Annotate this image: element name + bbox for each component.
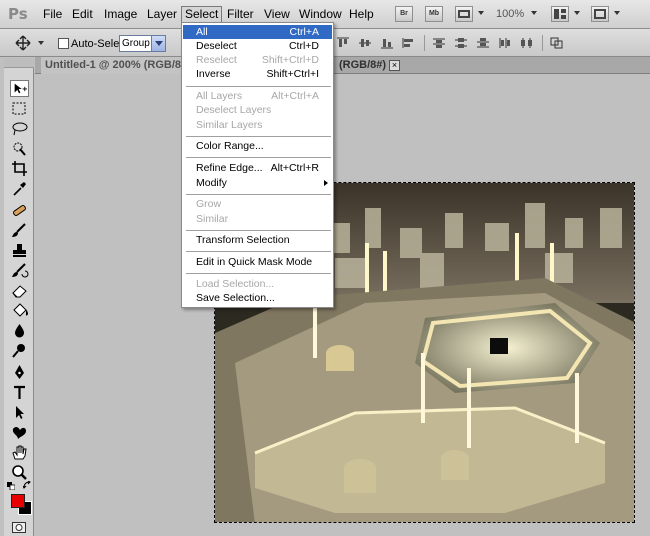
arrange-dropdown-icon[interactable] xyxy=(574,11,580,15)
film-icon xyxy=(458,10,470,18)
submenu-arrow-icon xyxy=(324,180,328,186)
menu-item-load-selection[interactable]: Load Selection... xyxy=(183,277,332,291)
menu-view[interactable]: View xyxy=(261,7,293,22)
distribute-horizontal-center-icon[interactable] xyxy=(520,37,534,49)
type-tool-icon[interactable] xyxy=(10,384,29,401)
document-tab-image-title[interactable]: (RGB/8#) xyxy=(339,57,386,74)
align-vertical-center-icon[interactable] xyxy=(358,37,372,49)
tools-panel-grip[interactable] xyxy=(4,58,34,68)
menu-edit[interactable]: Edit xyxy=(69,7,96,22)
screen-mode-dropdown-icon[interactable] xyxy=(614,11,620,15)
menu-help[interactable]: Help xyxy=(346,7,377,22)
quick-selection-tool-icon[interactable] xyxy=(10,140,29,157)
menu-select[interactable]: Select xyxy=(181,6,223,23)
distribute-top-icon[interactable] xyxy=(432,37,446,49)
swap-colors-icon[interactable] xyxy=(23,481,32,490)
menu-item-quick-mask-mode[interactable]: Edit in Quick Mask Mode xyxy=(183,255,332,269)
view-extras-dropdown-icon[interactable] xyxy=(478,11,484,15)
align-top-icon[interactable] xyxy=(336,37,350,49)
clone-stamp-tool-icon[interactable] xyxy=(10,242,29,259)
align-bottom-icon[interactable] xyxy=(380,37,394,49)
eyedropper-tool-icon[interactable] xyxy=(10,180,29,197)
menu-separator xyxy=(186,273,331,274)
tool-preset-picker[interactable] xyxy=(12,34,46,52)
menu-item-similar[interactable]: Similar xyxy=(183,212,332,226)
launch-minibridge-button[interactable]: Mb xyxy=(425,6,443,22)
tools-panel xyxy=(4,58,34,536)
arrange-documents-button[interactable] xyxy=(551,6,569,22)
distribute-bottom-icon[interactable] xyxy=(476,37,490,49)
chevron-down-icon[interactable] xyxy=(151,36,165,51)
distribute-vertical-center-icon[interactable] xyxy=(454,37,468,49)
menu-layer[interactable]: Layer xyxy=(144,7,180,22)
auto-align-layers-icon[interactable] xyxy=(550,37,564,49)
screen-mode-icon xyxy=(594,9,606,19)
launch-bridge-button[interactable]: Br xyxy=(395,6,413,22)
menu-separator xyxy=(186,157,331,158)
quick-mask-circle-icon xyxy=(15,524,23,531)
menu-item-all-layers[interactable]: All Layers Alt+Ctrl+A xyxy=(183,89,332,103)
menu-window[interactable]: Window xyxy=(296,7,345,22)
menu-item-reselect[interactable]: Reselect Shift+Ctrl+D xyxy=(183,53,332,67)
menu-separator xyxy=(186,251,331,252)
foreground-color-swatch[interactable] xyxy=(11,494,25,508)
menu-separator xyxy=(186,194,331,195)
paint-bucket-tool-icon[interactable] xyxy=(10,302,29,319)
zoom-dropdown-icon[interactable] xyxy=(531,11,537,15)
path-selection-tool-icon[interactable] xyxy=(10,404,29,421)
menu-separator xyxy=(186,136,331,137)
lasso-tool-icon[interactable] xyxy=(10,120,29,137)
auto-select-target-value: Group xyxy=(122,38,150,49)
auto-select-target-dropdown[interactable]: Group xyxy=(119,35,166,52)
menu-item-deselect[interactable]: Deselect Ctrl+D xyxy=(183,39,332,53)
menu-item-save-selection[interactable]: Save Selection... xyxy=(183,291,332,305)
arrange-icon xyxy=(554,9,566,19)
menu-item-select-all[interactable]: All Ctrl+A xyxy=(183,25,332,39)
menu-file[interactable]: File xyxy=(40,7,65,22)
select-menu-dropdown: All Ctrl+A Deselect Ctrl+D Reselect Shift+C… xyxy=(181,22,334,308)
menu-item-transform-selection[interactable]: Transform Selection xyxy=(183,233,332,247)
photoshop-logo: Ps xyxy=(8,5,28,23)
move-tool-icon[interactable] xyxy=(10,80,29,97)
default-colors-icon[interactable] xyxy=(7,482,15,490)
blur-tool-icon[interactable] xyxy=(10,322,29,339)
history-brush-tool-icon[interactable] xyxy=(10,262,29,279)
custom-shape-tool-icon[interactable] xyxy=(10,424,29,441)
menu-item-deselect-layers[interactable]: Deselect Layers xyxy=(183,103,332,117)
eraser-tool-icon[interactable] xyxy=(10,282,29,299)
menu-image[interactable]: Image xyxy=(101,7,140,22)
distribute-left-icon[interactable] xyxy=(498,37,512,49)
align-left-icon[interactable] xyxy=(402,37,416,49)
options-divider xyxy=(424,35,425,51)
menu-item-modify[interactable]: Modify xyxy=(183,176,332,190)
dodge-tool-icon[interactable] xyxy=(10,342,29,359)
zoom-level-display[interactable]: 100% xyxy=(496,8,524,20)
zoom-tool-icon[interactable] xyxy=(10,464,29,481)
menu-separator xyxy=(186,230,331,231)
healing-brush-tool-icon[interactable] xyxy=(10,202,29,219)
menu-separator xyxy=(186,86,331,87)
menu-filter[interactable]: Filter xyxy=(224,7,257,22)
menu-item-grow[interactable]: Grow xyxy=(183,197,332,211)
close-tab-icon[interactable]: × xyxy=(389,60,400,71)
quick-mask-mode-icon[interactable] xyxy=(12,522,26,533)
menu-item-inverse[interactable]: Inverse Shift+Ctrl+I xyxy=(183,67,332,81)
hand-tool-icon[interactable] xyxy=(10,444,29,461)
menu-item-refine-edge[interactable]: Refine Edge... Alt+Ctrl+R xyxy=(183,161,332,175)
view-extras-button[interactable] xyxy=(455,6,473,22)
marquee-tool-icon[interactable] xyxy=(10,100,29,117)
document-tab-untitled[interactable]: Untitled-1 @ 200% (RGB/8) xyxy=(41,57,190,74)
menu-item-color-range[interactable]: Color Range... xyxy=(183,139,332,153)
pen-tool-icon[interactable] xyxy=(10,364,29,381)
menu-item-similar-layers[interactable]: Similar Layers xyxy=(183,118,332,132)
brush-tool-icon[interactable] xyxy=(10,222,29,239)
auto-select-checkbox[interactable] xyxy=(58,38,69,49)
screen-mode-button[interactable] xyxy=(591,6,609,22)
options-divider xyxy=(542,35,543,51)
document-tab-bar: Untitled-1 @ 200% (RGB/8) (RGB/8#) × xyxy=(35,57,650,74)
crop-tool-icon[interactable] xyxy=(10,160,29,177)
